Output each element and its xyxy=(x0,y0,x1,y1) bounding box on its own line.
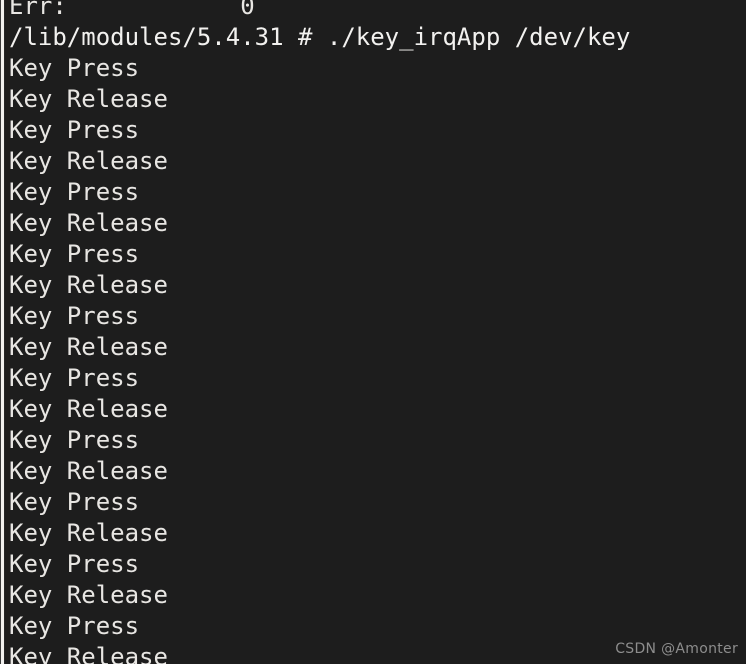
output-line: Key Release xyxy=(9,457,168,485)
status-line-err-text: Err: 0 xyxy=(9,0,255,20)
output-line: Key Release xyxy=(9,581,168,609)
output-line: Key Release xyxy=(9,209,168,237)
output-line: Key Press xyxy=(9,488,140,516)
terminal-screen[interactable]: Err: 0 /lib/modules/5.4.31 # ./key_irqAp… xyxy=(0,0,746,664)
output-line: Key Release xyxy=(9,85,168,113)
output-line: Key Press xyxy=(9,116,140,144)
terminal-window: Err: 0 /lib/modules/5.4.31 # ./key_irqAp… xyxy=(0,0,746,664)
shell-prompt-line: /lib/modules/5.4.31 # ./key_irqApp /dev/… xyxy=(9,23,631,51)
output-line: Key Press xyxy=(9,302,140,330)
output-line: Key Press xyxy=(9,240,140,268)
output-line: Key Press xyxy=(9,178,140,206)
output-line: Key Press xyxy=(9,364,140,392)
output-line: Key Press xyxy=(9,426,140,454)
csdn-watermark: CSDN @Amonter xyxy=(615,641,738,657)
output-line: Key Release xyxy=(9,147,168,175)
output-line: Key Press xyxy=(9,550,140,578)
status-line-err: Err: 0 xyxy=(9,0,746,22)
output-line: Key Release xyxy=(9,333,168,361)
output-line: Key Release xyxy=(9,395,168,423)
output-line: Key Release xyxy=(9,271,168,299)
output-line: Key Release xyxy=(9,519,168,547)
output-line: Key Press xyxy=(9,612,140,640)
output-line: Key Press xyxy=(9,54,140,82)
terminal-scrollbar[interactable] xyxy=(0,0,5,664)
